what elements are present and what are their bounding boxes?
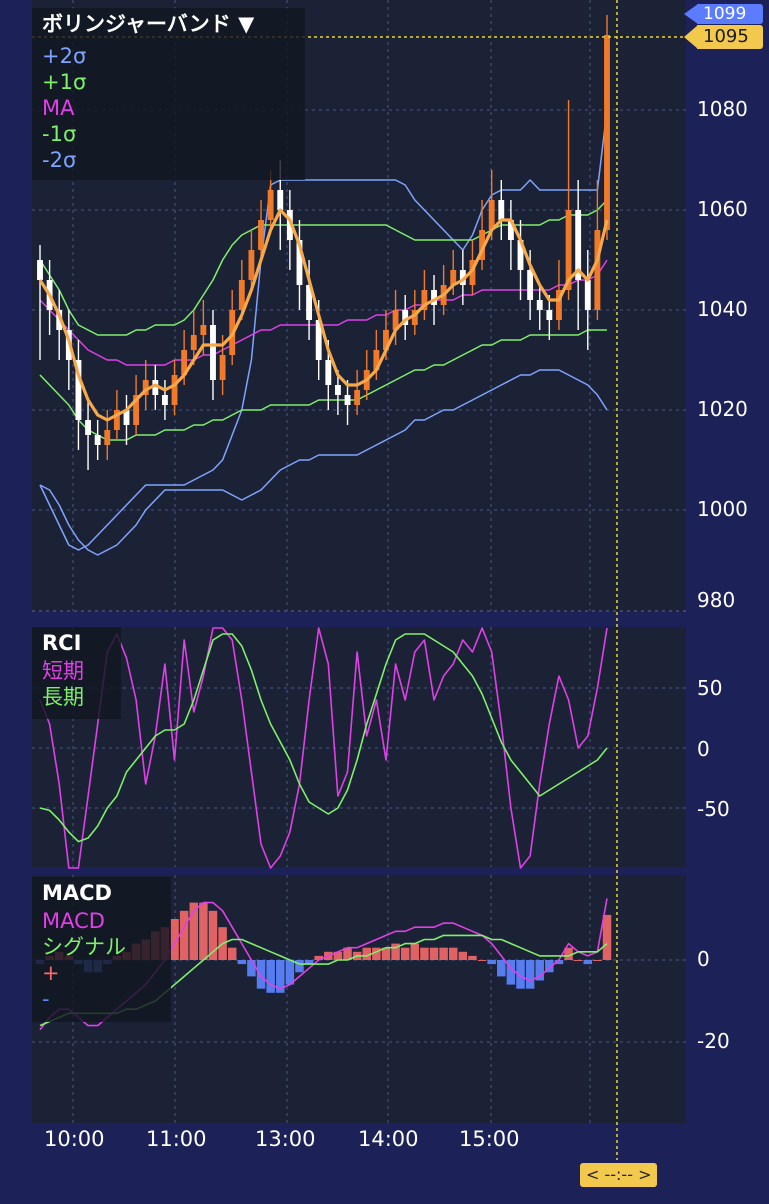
candle-body <box>546 310 553 320</box>
legend-minus1-sigma: -1σ <box>42 122 77 146</box>
candle-body <box>584 280 591 310</box>
macd-legend: MACD MACD シグナル + - <box>32 877 171 1022</box>
macd-histogram-bar <box>295 960 304 973</box>
macd-histogram-bar <box>256 960 266 989</box>
price-axis-label: 980 <box>697 588 736 612</box>
candle-body <box>37 260 43 280</box>
legend-rci-short: 短期 <box>42 659 84 683</box>
macd-histogram-bar <box>420 947 429 960</box>
macd-histogram-bar <box>497 960 506 977</box>
current-price-tag: 1095 <box>697 25 763 49</box>
legend-plus1-sigma: +1σ <box>42 70 87 94</box>
price-tag-pointers <box>684 4 698 49</box>
candle-body <box>85 420 91 435</box>
candle-body <box>162 395 168 405</box>
macd-histogram-bar <box>602 914 612 960</box>
legend-rci-long: 長期 <box>42 685 84 709</box>
candle-body <box>527 270 534 300</box>
high-price-tag: 1099 <box>697 4 763 24</box>
macd-histogram-bar <box>237 960 247 965</box>
candle-body <box>104 430 111 445</box>
macd-histogram-bar <box>410 943 420 960</box>
candle-body <box>354 390 361 405</box>
price-axis-label: 1020 <box>697 397 748 421</box>
candle-body <box>488 200 495 230</box>
macd-histogram-bar <box>227 947 237 960</box>
legend-macd: MACD <box>42 909 105 933</box>
macd-title: MACD <box>42 881 112 905</box>
candle-body <box>171 375 178 405</box>
macd-histogram-bar <box>439 947 448 960</box>
candle-body <box>94 435 101 445</box>
candle-body <box>200 325 207 335</box>
candle-body <box>594 230 601 310</box>
macd-histogram-bar <box>266 960 275 993</box>
candle-body <box>248 250 255 280</box>
price-axis-label: 1040 <box>697 297 748 321</box>
time-label: 15:00 <box>459 1127 520 1151</box>
legend-hist-plus: + <box>42 961 60 985</box>
candle-body <box>344 395 351 405</box>
rci-legend: RCI 短期 長期 <box>32 627 121 719</box>
macd-axis-label: 0 <box>697 947 710 971</box>
price-axis-label: 1060 <box>697 197 748 221</box>
candle-body <box>277 190 284 210</box>
candle-body <box>267 190 274 220</box>
time-label: 13:00 <box>255 1127 316 1151</box>
candle-body <box>604 35 610 230</box>
rci-axis-label: -50 <box>697 797 730 821</box>
macd-histogram-bar <box>400 947 410 960</box>
candle-body <box>536 300 543 310</box>
macd-histogram-bar <box>593 960 602 961</box>
legend-minus2-sigma: -2σ <box>42 148 77 172</box>
crosshair-time-tag[interactable]: < --:-- > <box>580 1163 658 1187</box>
macd-histogram-bar <box>573 960 583 961</box>
rci-axis-label: 0 <box>697 737 710 761</box>
time-label: 10:00 <box>44 1127 105 1151</box>
candle-body <box>210 325 216 380</box>
macd-histogram-bar <box>487 960 496 965</box>
price-axis-label: 1080 <box>697 97 748 121</box>
macd-histogram-bar <box>448 947 458 960</box>
macd-histogram-bar <box>285 960 295 985</box>
macd-histogram-bar <box>583 960 593 965</box>
legend-signal: シグナル <box>42 935 126 959</box>
candle-body <box>190 335 197 350</box>
bollinger-legend[interactable]: ボリンジャーバンド ▼ +2σ +1σ MA -1σ -2σ <box>32 8 305 180</box>
time-label: 11:00 <box>146 1127 207 1151</box>
macd-histogram-bar <box>247 960 256 977</box>
trading-chart: ボリンジャーバンド ▼ +2σ +1σ MA -1σ -2σ RCI 短期 長期… <box>0 0 769 1200</box>
candle-body <box>498 200 505 220</box>
macd-histogram-bar <box>458 951 468 960</box>
legend-ma: MA <box>42 96 75 120</box>
macd-histogram-bar <box>468 955 477 960</box>
candle-body <box>334 385 341 395</box>
candle-body <box>325 360 332 385</box>
macd-histogram-bar <box>525 960 535 989</box>
macd-histogram-bar <box>477 960 487 961</box>
legend-plus2-sigma: +2σ <box>42 44 87 68</box>
time-label: 14:00 <box>358 1127 419 1151</box>
macd-histogram-bar <box>199 902 208 960</box>
macd-histogram-bar <box>179 910 189 960</box>
macd-axis-label: -20 <box>697 1029 730 1053</box>
rci-title: RCI <box>42 631 82 655</box>
macd-histogram-bar <box>429 947 439 960</box>
candle-body <box>219 355 226 380</box>
indicator-title[interactable]: ボリンジャーバンド ▼ <box>42 12 254 36</box>
rci-axis-label: 50 <box>697 676 723 700</box>
legend-hist-minus: - <box>42 987 50 1011</box>
candle-body <box>258 220 264 250</box>
price-axis-label: 1000 <box>697 497 748 521</box>
